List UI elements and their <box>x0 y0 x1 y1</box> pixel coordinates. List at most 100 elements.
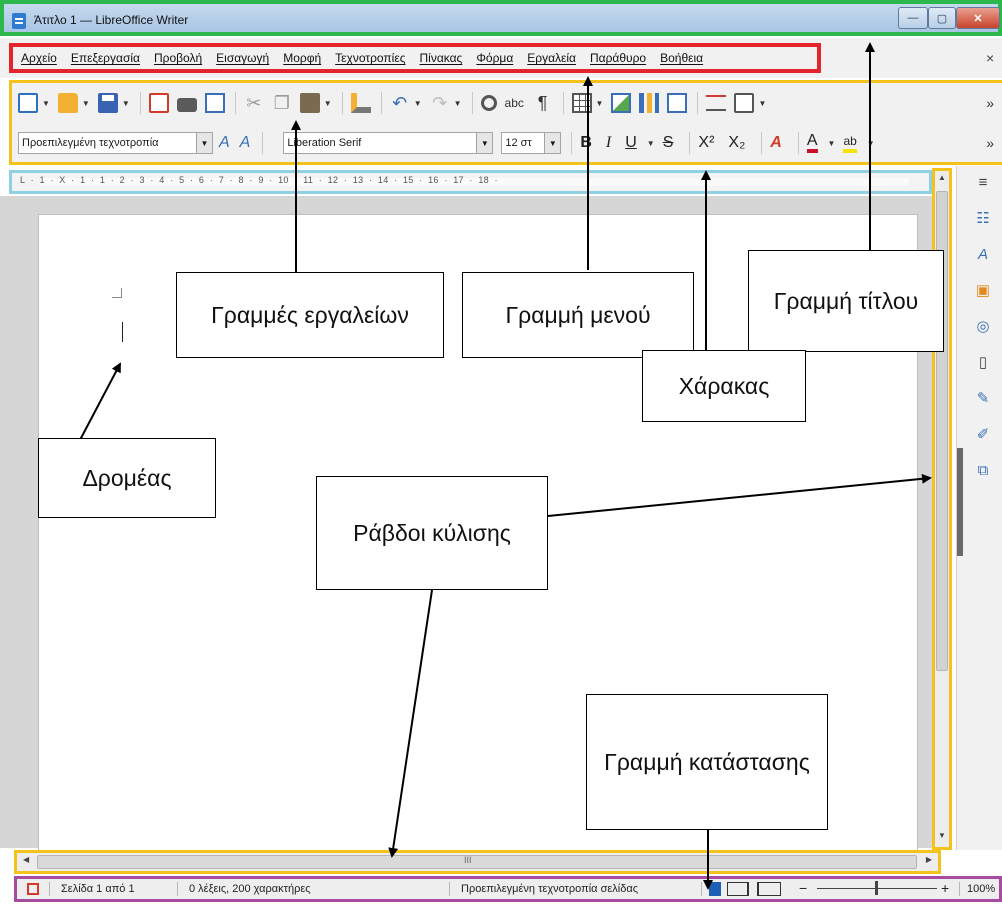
menu-file[interactable]: Αρχείο <box>21 51 57 65</box>
callout-ruler: Χάρακας <box>642 350 806 422</box>
undo-icon[interactable]: ↶ <box>390 93 410 113</box>
font-size-select[interactable]: 12 στ ▼ <box>501 132 562 154</box>
zoom-in-button[interactable]: + <box>941 880 949 896</box>
underline-button[interactable]: U <box>625 134 637 152</box>
italic-button[interactable]: I <box>606 134 611 152</box>
horizontal-scroll-thumb[interactable] <box>37 855 917 869</box>
highlight-dropdown-icon[interactable]: ▼ <box>867 139 875 148</box>
chevron-down-icon[interactable]: ▼ <box>476 133 493 153</box>
status-divider <box>701 882 702 896</box>
page-count[interactable]: Σελίδα 1 από 1 <box>61 883 135 895</box>
menu-format[interactable]: Μορφή <box>283 51 321 65</box>
cut-icon[interactable]: ✂ <box>244 93 264 113</box>
menu-tools[interactable]: Εργαλεία <box>527 51 576 65</box>
menu-form[interactable]: Φόρμα <box>476 51 513 65</box>
superscript-button[interactable]: X² <box>698 134 714 152</box>
insert-table-icon[interactable] <box>571 93 592 113</box>
toolbar-separator <box>689 132 691 154</box>
redo-icon[interactable]: ↷ <box>430 93 450 113</box>
strikethrough-button[interactable]: S <box>663 134 674 152</box>
paste-dropdown-icon[interactable]: ▼ <box>324 99 332 108</box>
scroll-up-icon[interactable]: ▲ <box>935 173 949 187</box>
menu-edit[interactable]: Επεξεργασία <box>71 51 140 65</box>
open-folder-icon[interactable] <box>57 93 78 113</box>
chevron-down-icon[interactable]: ▼ <box>544 133 561 153</box>
paragraph-style-select[interactable]: Προεπιλεγμένη τεχνοτροπία ▼ <box>18 132 213 154</box>
book-view-icon[interactable] <box>757 882 781 896</box>
chevron-down-icon[interactable]: ▼ <box>196 133 212 153</box>
save-icon[interactable] <box>97 93 118 113</box>
menu-window[interactable]: Παράθυρο <box>590 51 646 65</box>
menu-insert[interactable]: Εισαγωγή <box>216 51 269 65</box>
gallery-icon[interactable]: ▣ <box>974 282 992 300</box>
horizontal-scrollbar[interactable]: ◀ III ▶ <box>14 850 941 874</box>
undo-dropdown-icon[interactable]: ▼ <box>414 99 422 108</box>
menu-help[interactable]: Βοήθεια <box>660 51 703 65</box>
design-icon[interactable]: ⧉ <box>974 462 992 480</box>
highlight-button[interactable]: ab <box>843 133 857 153</box>
insert-field-icon[interactable] <box>734 93 755 113</box>
open-dropdown-icon[interactable]: ▼ <box>82 99 90 108</box>
export-pdf-icon[interactable] <box>148 93 169 113</box>
close-document-button[interactable]: × <box>986 50 994 66</box>
redo-dropdown-icon[interactable]: ▼ <box>454 99 462 108</box>
new-style-icon[interactable]: A <box>240 134 251 152</box>
menu-styles[interactable]: Τεχνοτροπίες <box>335 51 405 65</box>
update-style-icon[interactable]: A <box>219 134 230 152</box>
zoom-level[interactable]: 100% <box>967 883 995 895</box>
clone-formatting-icon[interactable] <box>350 93 371 113</box>
scroll-down-icon[interactable]: ▼ <box>935 831 949 845</box>
menu-view[interactable]: Προβολή <box>154 51 202 65</box>
font-color-dropdown-icon[interactable]: ▼ <box>828 139 836 148</box>
copy-icon[interactable]: ❐ <box>272 93 292 113</box>
scroll-right-icon[interactable]: ▶ <box>926 855 932 864</box>
sidebar-collapse-handle[interactable] <box>957 448 963 556</box>
print-icon[interactable] <box>176 97 197 112</box>
zoom-out-button[interactable]: − <box>799 880 807 896</box>
table-dropdown-icon[interactable]: ▼ <box>596 99 604 108</box>
scroll-left-icon[interactable]: ◀ <box>23 855 29 864</box>
menu-table[interactable]: Πίνακας <box>419 51 462 65</box>
minimize-button[interactable]: — <box>898 7 928 29</box>
styles-icon[interactable]: A <box>974 246 992 264</box>
single-page-view-icon[interactable] <box>709 882 721 896</box>
ruler[interactable]: L · 1 · X · 1 · 1 · 2 · 3 · 4 · 5 · 6 · … <box>9 170 932 194</box>
field-dropdown-icon[interactable]: ▼ <box>758 99 766 108</box>
document-modified-icon[interactable] <box>27 883 39 895</box>
subscript-button[interactable]: X₂ <box>728 134 745 152</box>
close-window-button[interactable]: ✕ <box>956 7 1000 29</box>
manage-changes-icon[interactable]: ✐ <box>974 426 992 444</box>
formatting-marks-icon[interactable]: ¶ <box>533 93 553 113</box>
clear-formatting-icon[interactable]: A <box>770 134 782 152</box>
print-preview-icon[interactable] <box>204 93 225 113</box>
multi-page-view-icon[interactable] <box>727 882 749 896</box>
toolbar-overflow-icon[interactable]: » <box>986 95 994 111</box>
bold-button[interactable]: B <box>580 134 592 152</box>
spelling-icon[interactable]: abc <box>505 93 525 113</box>
find-replace-icon[interactable] <box>480 95 497 111</box>
new-document-icon[interactable] <box>18 93 38 113</box>
word-count[interactable]: 0 λέξεις, 200 χαρακτήρες <box>189 883 311 895</box>
zoom-slider-knob[interactable] <box>875 881 878 895</box>
toolbar-overflow-icon[interactable]: » <box>986 135 994 151</box>
title-bar[interactable]: Άτιτλο 1 — LibreOffice Writer — ▢ ✕ <box>0 0 1002 36</box>
page-style[interactable]: Προεπιλεγμένη τεχνοτροπία σελίδας <box>461 883 638 895</box>
page-break-icon[interactable] <box>706 95 727 111</box>
insert-chart-icon[interactable] <box>639 93 660 113</box>
maximize-button[interactable]: ▢ <box>928 7 956 29</box>
save-dropdown-icon[interactable]: ▼ <box>122 99 130 108</box>
toolbar-separator <box>341 92 343 114</box>
page-icon[interactable]: ▯ <box>974 354 992 372</box>
insert-image-icon[interactable] <box>611 93 632 113</box>
callout-statusbar: Γραμμή κατάστασης <box>586 694 828 830</box>
font-color-button[interactable]: A <box>806 133 818 153</box>
font-name-select[interactable]: Liberation Serif ▼ <box>283 132 494 154</box>
menu-icon[interactable]: ≡ <box>974 174 992 192</box>
navigator-icon[interactable]: ◎ <box>974 318 992 336</box>
properties-icon[interactable]: ☷ <box>974 210 992 228</box>
new-dropdown-icon[interactable]: ▼ <box>42 99 50 108</box>
insert-textbox-icon[interactable] <box>667 93 688 113</box>
underline-dropdown-icon[interactable]: ▼ <box>647 139 655 148</box>
style-inspector-icon[interactable]: ✎ <box>974 390 992 408</box>
paste-icon[interactable] <box>299 93 320 113</box>
